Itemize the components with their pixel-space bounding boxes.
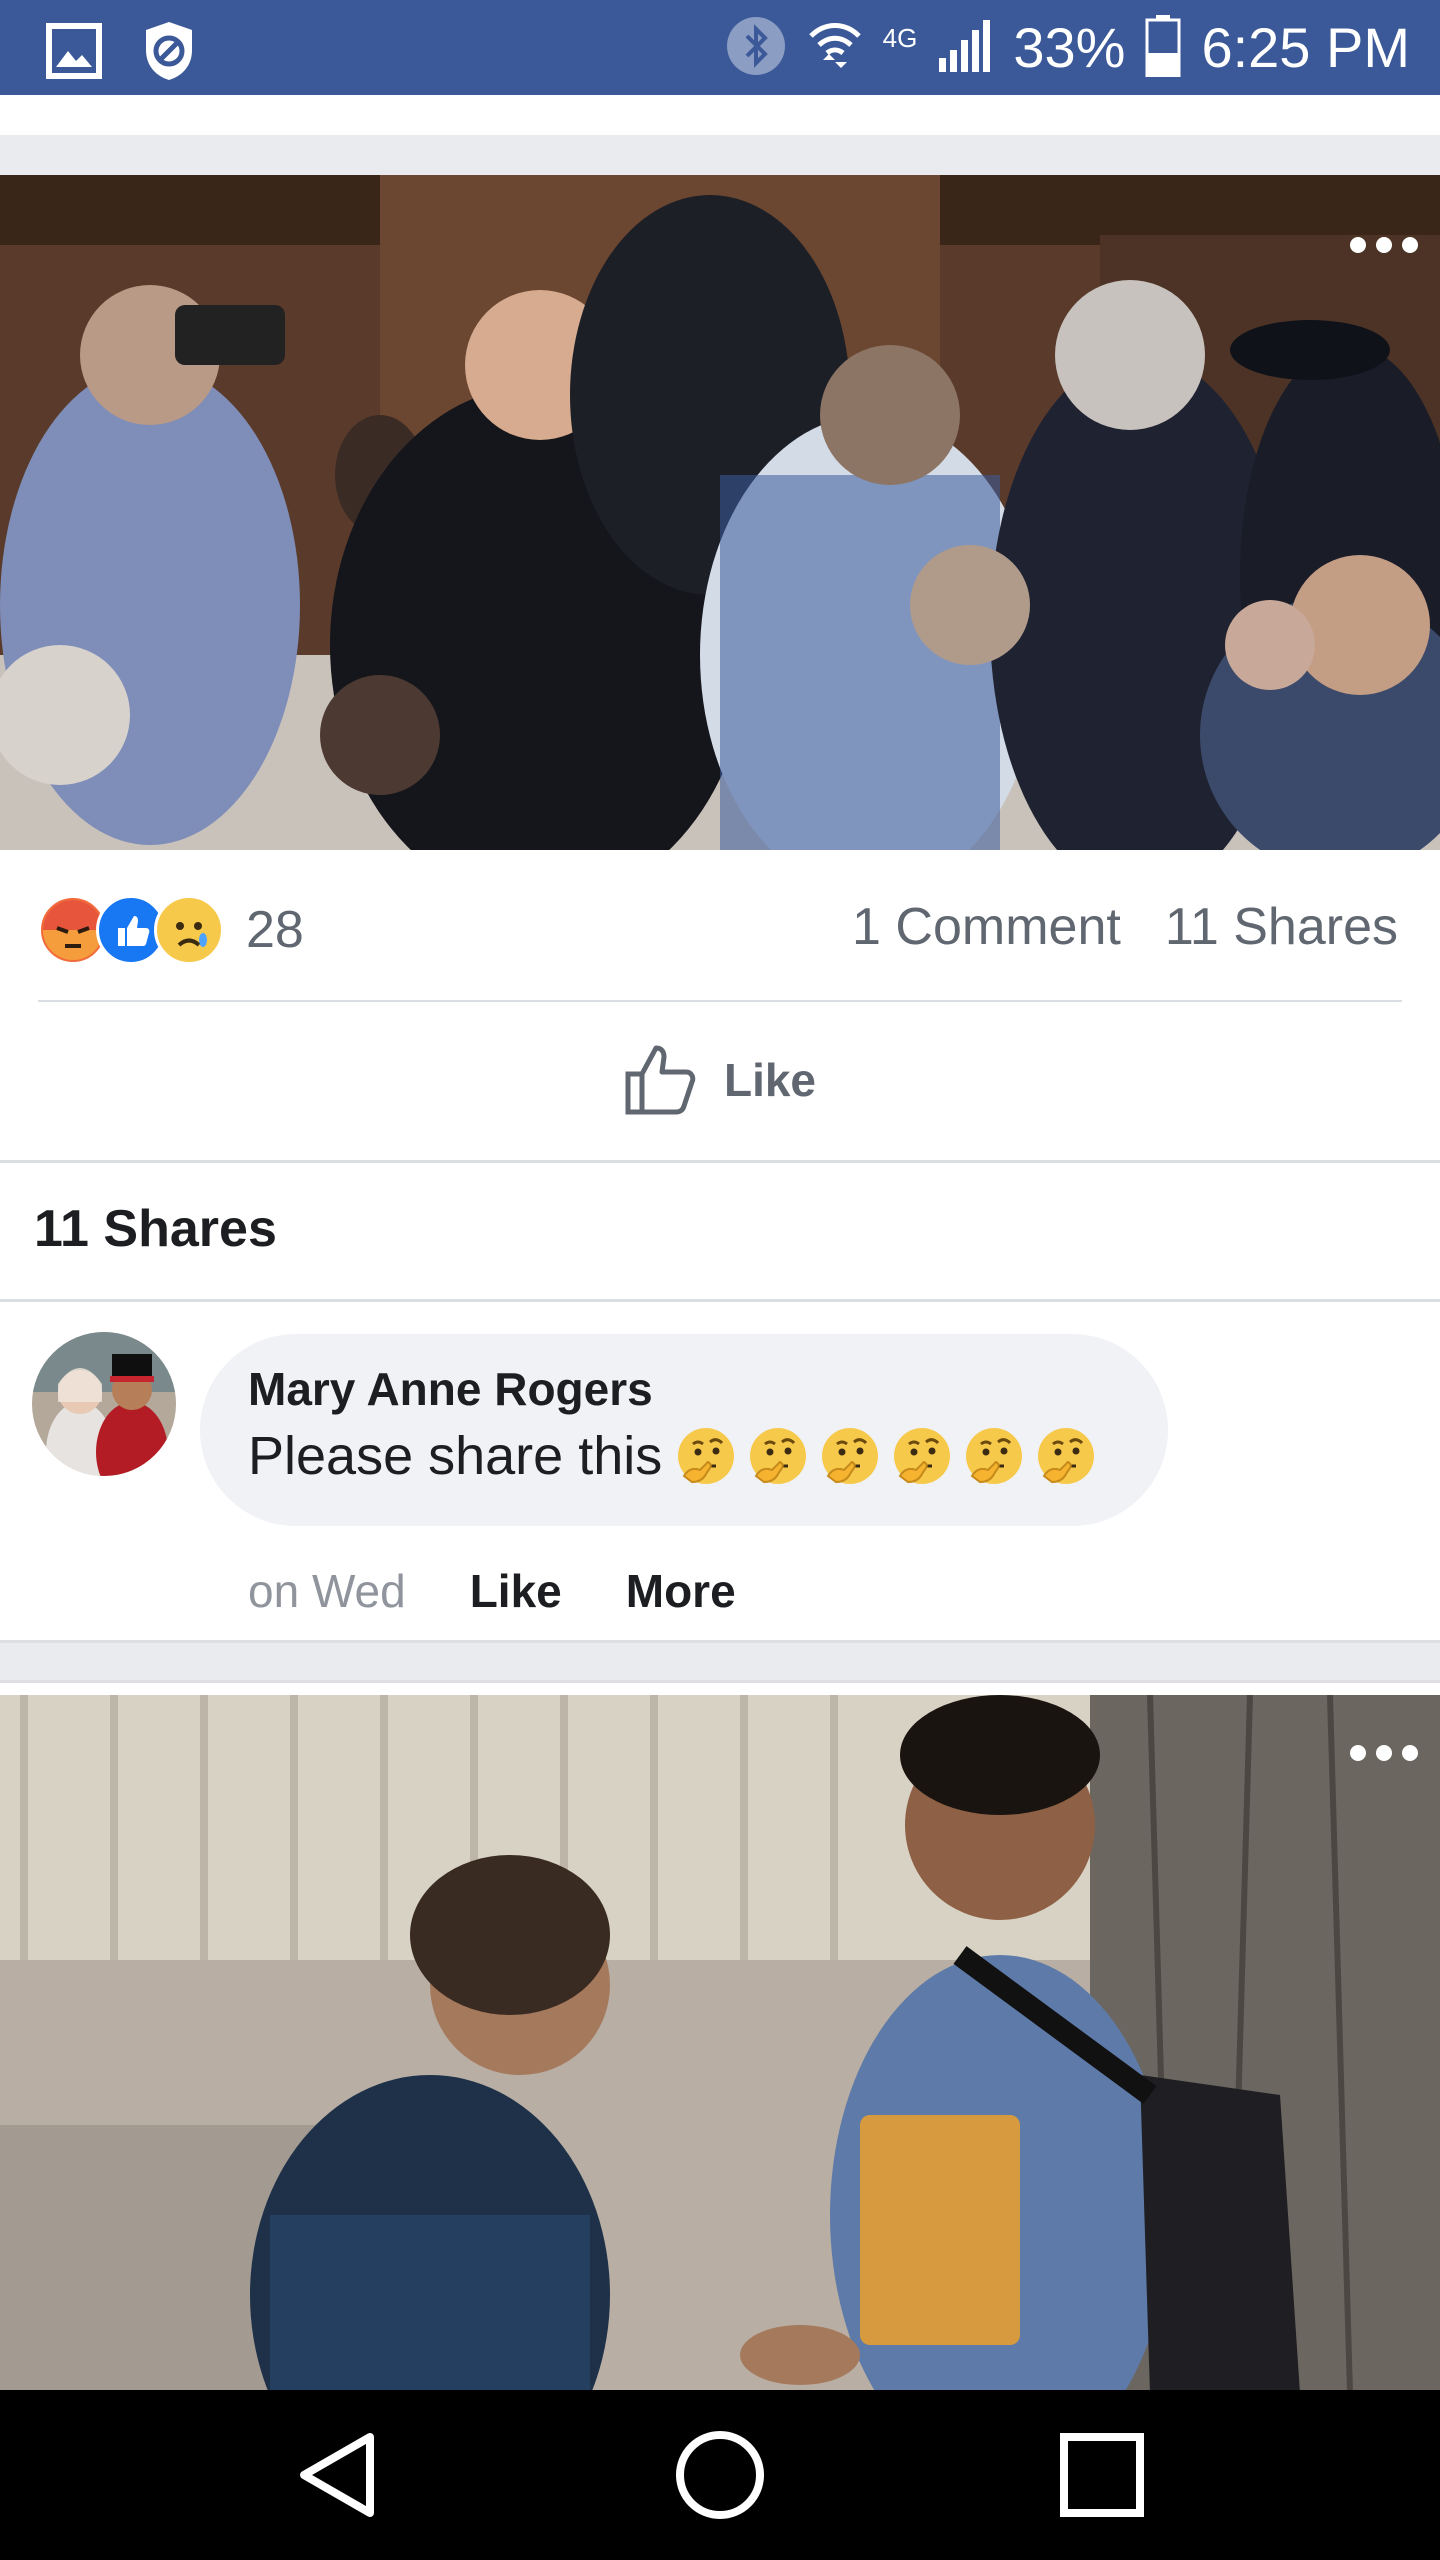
like-label: Like: [723, 1054, 817, 1106]
thinking-face-icon: [1034, 1424, 1098, 1488]
thinking-face-icon: [890, 1424, 954, 1488]
divider: [38, 1000, 1402, 1002]
reaction-summary[interactable]: 28: [38, 895, 304, 965]
post-card: [0, 1680, 1440, 2393]
home-icon[interactable]: [670, 2425, 770, 2525]
wifi-icon: [807, 18, 863, 79]
comment-author[interactable]: Mary Anne Rogers: [248, 1362, 653, 1416]
comment-text: Please share this: [248, 1424, 1098, 1488]
status-bar: 4G 33% 6:25 PM: [0, 0, 1440, 95]
comment-count-link[interactable]: 1 Comment: [852, 895, 1121, 959]
comment-like-button[interactable]: Like: [470, 1564, 562, 1618]
clock: 6:25 PM: [1201, 16, 1410, 79]
back-icon[interactable]: [290, 2425, 390, 2525]
recents-icon[interactable]: [1052, 2425, 1152, 2525]
gallery-icon: [46, 23, 102, 84]
post-options-icon[interactable]: [1350, 237, 1418, 253]
thinking-face-icon: [962, 1424, 1026, 1488]
post-card: 28 1 Comment 11 Shares Like 11 Shares Ma…: [0, 175, 1440, 1643]
signal-icon: [937, 18, 993, 79]
post-photo[interactable]: [0, 175, 1440, 850]
reaction-count: 28: [246, 901, 304, 959]
post-photo[interactable]: [0, 1695, 1440, 2393]
comment-more-button[interactable]: More: [626, 1564, 736, 1618]
battery-percent: 33%: [1013, 16, 1126, 79]
share-count-link[interactable]: 11 Shares: [1165, 895, 1398, 959]
system-nav-bar: [0, 2390, 1440, 2560]
thinking-face-icon: [746, 1424, 810, 1488]
post-stats: 1 Comment 11 Shares: [852, 895, 1398, 959]
feed-top-strip: [0, 95, 1440, 135]
thinking-face-icon: [674, 1424, 738, 1488]
comment-item: Mary Anne Rogers Please share this on We…: [0, 1299, 1440, 1643]
comment-message: Please share this: [248, 1426, 663, 1486]
thinking-face-icon: [818, 1424, 882, 1488]
comment-actions: on Wed Like More: [248, 1564, 736, 1618]
thumbs-up-icon: [624, 1040, 700, 1121]
shield-icon: [142, 20, 196, 87]
shares-header: 11 Shares: [34, 1200, 277, 1258]
bluetooth-icon: [725, 15, 787, 82]
shares-section: 11 Shares: [0, 1160, 1440, 1298]
battery-icon: [1145, 14, 1181, 82]
sad-reaction-icon: [154, 895, 224, 965]
post-options-icon[interactable]: [1350, 1745, 1418, 1761]
like-button[interactable]: Like: [0, 1005, 1440, 1155]
network-type: 4G: [882, 22, 918, 53]
avatar[interactable]: [32, 1332, 176, 1476]
comment-time: on Wed: [248, 1565, 406, 1617]
comment-bubble[interactable]: Mary Anne Rogers Please share this: [200, 1334, 1168, 1526]
